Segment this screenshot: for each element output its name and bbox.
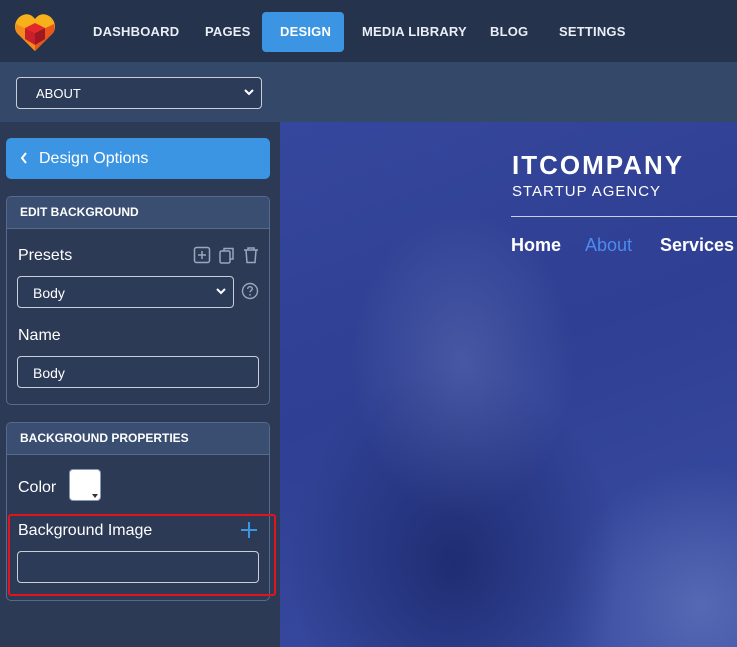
chevron-down-icon: [216, 288, 226, 295]
page-select[interactable]: ABOUT: [16, 77, 262, 109]
color-swatch-button[interactable]: [69, 469, 101, 501]
chevron-down-icon: [244, 89, 254, 96]
copy-icon[interactable]: [218, 246, 236, 264]
nav-settings[interactable]: SETTINGS: [541, 12, 644, 52]
page-select-value: ABOUT: [36, 86, 81, 101]
nav-media-library[interactable]: MEDIA LIBRARY: [344, 12, 485, 52]
presets-select[interactable]: Body: [17, 276, 234, 308]
swatch-dropdown-icon: [92, 494, 98, 498]
color-label: Color: [18, 479, 57, 496]
question-circle-icon[interactable]: [241, 282, 259, 300]
edit-background-panel: EDIT BACKGROUND Presets Body Name Body: [6, 196, 270, 405]
presets-label: Presets: [18, 247, 73, 264]
design-options-label: Design Options: [39, 150, 149, 167]
top-navbar: DASHBOARD PAGES DESIGN MEDIA LIBRARY BLO…: [0, 0, 737, 62]
name-input[interactable]: Body: [17, 356, 259, 388]
site-nav-about[interactable]: About: [585, 235, 632, 256]
name-label: Name: [18, 327, 61, 344]
brand-divider: [511, 216, 737, 217]
presets-value: Body: [33, 285, 65, 301]
chevron-left-icon: [20, 152, 27, 164]
nav-pages[interactable]: PAGES: [187, 12, 269, 52]
heart-cube-logo[interactable]: [14, 11, 56, 53]
site-brand: ITCOMPANY: [512, 150, 685, 180]
site-nav-home[interactable]: Home: [511, 235, 561, 256]
site-nav-services[interactable]: Services: [660, 235, 734, 256]
site-preview: ITCOMPANY STARTUP AGENCY Home About Serv…: [280, 122, 737, 647]
design-options-back-button[interactable]: Design Options: [6, 138, 270, 179]
background-image-highlight: [8, 514, 276, 596]
nav-design[interactable]: DESIGN: [262, 12, 344, 52]
page-select-bar: ABOUT: [0, 62, 737, 122]
plus-square-icon[interactable]: [193, 246, 211, 264]
trash-icon[interactable]: [242, 246, 260, 264]
nav-blog[interactable]: BLOG: [472, 12, 546, 52]
panel-title: EDIT BACKGROUND: [7, 197, 269, 229]
panel-title: BACKGROUND PROPERTIES: [7, 423, 269, 455]
name-value: Body: [33, 365, 65, 381]
nav-dashboard[interactable]: DASHBOARD: [75, 12, 197, 52]
site-tagline: STARTUP AGENCY: [512, 183, 662, 200]
